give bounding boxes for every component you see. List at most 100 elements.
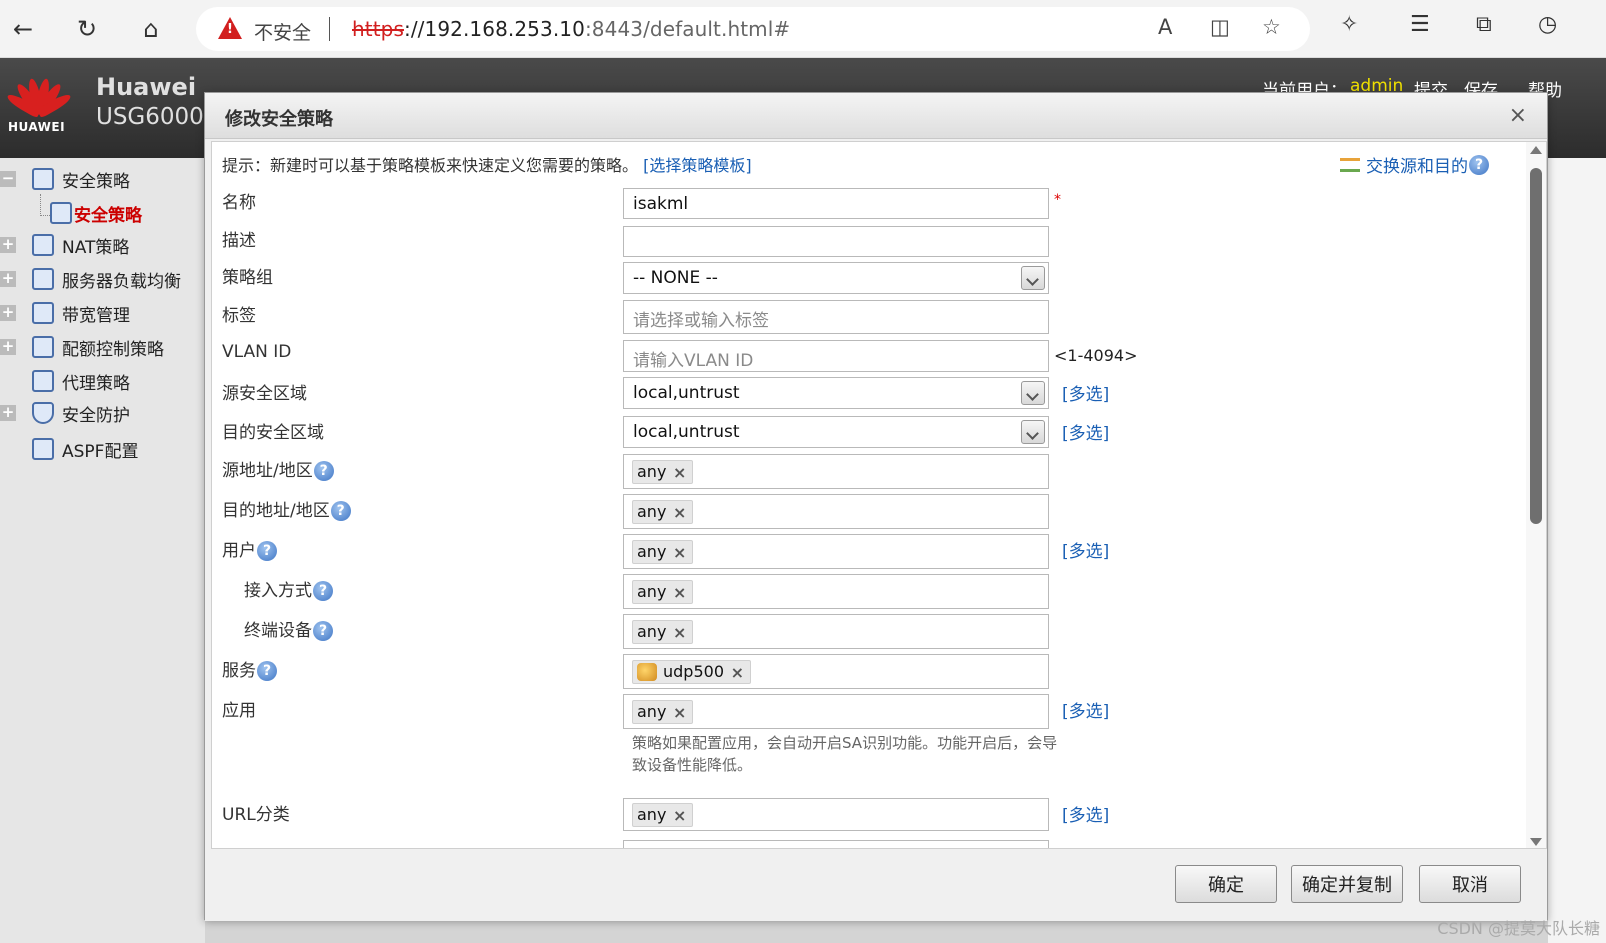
group-value: -- NONE -- [633,268,718,288]
user-label-text: 用户 [222,541,256,561]
scroll-down-icon[interactable] [1530,838,1542,846]
read-aloud-icon[interactable]: A [1158,15,1172,39]
scrollbar-thumb[interactable] [1530,168,1542,524]
chevron-down-icon[interactable] [1021,266,1045,290]
remove-icon[interactable]: × [673,805,686,827]
sidebar-item-bandwidth[interactable]: + 带宽管理 [0,298,205,328]
dst-zone-multi-select[interactable]: [多选] [1062,419,1109,444]
sidebar-item-quota[interactable]: + 配额控制策略 [0,332,205,362]
tag-input[interactable]: 请选择或输入标签 [623,300,1049,334]
expand-icon[interactable]: + [0,237,16,253]
access-label: 接入方式? [244,576,333,601]
ok-button[interactable]: 确定 [1175,865,1277,903]
policy-icon [32,168,54,190]
service-label-text: 服务 [222,661,256,681]
dst-zone-select[interactable]: local,untrust [623,416,1049,448]
application-input[interactable]: any × [623,694,1049,729]
user-input[interactable]: any × [623,534,1049,569]
collapse-icon[interactable]: − [0,171,16,187]
close-icon[interactable]: × [1509,103,1527,128]
shield-icon [32,402,54,424]
help-icon[interactable]: ? [313,461,334,481]
dialog-scrollbar[interactable] [1526,142,1546,848]
sidebar-item-label: 安全策略 [74,205,142,226]
extensions-icon[interactable]: ✧ [1340,12,1358,37]
src-addr-chip: any × [632,460,694,484]
name-value: isakml [633,194,689,214]
group-select[interactable]: -- NONE -- [623,262,1049,294]
sidebar-item-proxy[interactable]: 代理策略 [0,366,205,396]
name-input[interactable]: isakml [623,188,1049,219]
help-icon[interactable]: ? [330,501,351,521]
terminal-input[interactable]: any × [623,614,1049,649]
user-multi-select[interactable]: [多选] [1062,537,1109,562]
chevron-down-icon[interactable] [1021,381,1045,405]
dst-addr-chip: any × [632,500,694,524]
sidebar-item-security-policy-sub[interactable]: 安全策略 [0,198,205,228]
sidebar-item-security-policy[interactable]: − 安全策略 [0,164,205,194]
remove-icon[interactable]: × [673,702,686,724]
insecure-label: 不安全 [254,22,312,44]
help-icon[interactable]: ? [257,541,277,561]
expand-icon[interactable]: + [0,339,16,355]
sidebar-item-slb[interactable]: + 服务器负载均衡 [0,264,205,294]
sidebar-item-nat[interactable]: + NAT策略 [0,230,205,260]
expand-icon[interactable]: + [0,271,16,287]
service-input[interactable]: udp500 × [623,654,1049,689]
help-icon[interactable]: ? [1469,154,1489,175]
src-zone-multi-select[interactable]: [多选] [1062,380,1109,405]
warning-icon [218,17,242,39]
description-input[interactable] [623,226,1049,257]
user-chip: any × [632,540,694,564]
select-template-link[interactable]: [选择策略模板] [643,156,752,175]
huawei-logo-icon [5,72,73,120]
ok-and-copy-button[interactable]: 确定并复制 [1291,865,1403,903]
sidebar-item-aspf[interactable]: ASPF配置 [0,434,205,464]
split-screen-icon[interactable]: ◫ [1210,15,1230,39]
src-addr-input[interactable]: any × [623,454,1049,489]
remove-icon[interactable]: × [673,502,686,524]
favorites-icon[interactable]: ☰ [1410,12,1430,37]
url-category-multi-select[interactable]: [多选] [1062,801,1109,826]
src-zone-select[interactable]: local,untrust [623,377,1049,409]
logo-text: HUAWEI [8,120,66,134]
url-text[interactable]: https://192.168.253.10:8443/default.html… [352,17,790,41]
home-icon[interactable]: ⌂ [134,12,168,46]
help-icon[interactable]: ? [257,661,277,681]
sidebar-item-protection[interactable]: + 安全防护 [0,398,205,428]
add-favorite-icon[interactable]: ☆ [1262,15,1281,39]
refresh-icon[interactable]: ↻ [70,12,104,46]
remove-icon[interactable]: × [673,622,686,644]
expand-icon[interactable]: + [0,405,16,421]
swap-icon [1340,157,1360,172]
chevron-down-icon[interactable] [1021,420,1045,444]
time-range-select[interactable] [623,840,1049,848]
help-icon[interactable]: ? [313,621,333,641]
chip-label: any [637,542,667,561]
vlan-input[interactable]: 请输入VLAN ID [623,340,1049,372]
remove-icon[interactable]: × [673,582,686,604]
back-icon[interactable]: ← [6,12,40,46]
dst-zone-value: local,untrust [633,422,740,442]
scroll-up-icon[interactable] [1530,146,1542,154]
remove-icon[interactable]: × [731,662,744,684]
sidebar-item-label: 配额控制策略 [62,339,164,360]
history-icon[interactable]: ◷ [1538,12,1557,37]
remove-icon[interactable]: × [673,542,686,564]
application-multi-select[interactable]: [多选] [1062,697,1109,722]
dst-addr-input[interactable]: any × [623,494,1049,529]
access-input[interactable]: any × [623,574,1049,609]
sidebar-item-label: ASPF配置 [62,441,139,462]
expand-icon[interactable]: + [0,305,16,321]
url-category-input[interactable]: any × [623,798,1049,831]
help-icon[interactable]: ? [313,581,333,601]
name-label: 名称 [222,193,256,213]
collections-icon[interactable]: ⧉ [1476,12,1492,37]
cancel-button[interactable]: 取消 [1419,865,1521,903]
access-chip: any × [632,580,694,604]
remove-icon[interactable]: × [673,462,686,484]
swap-src-dst-link[interactable]: 交换源和目的 ? [1340,152,1489,177]
vlan-placeholder: 请输入VLAN ID [633,351,754,371]
address-bar[interactable]: 不安全 https://192.168.253.10:8443/default.… [196,7,1310,51]
service-icon [637,663,657,681]
